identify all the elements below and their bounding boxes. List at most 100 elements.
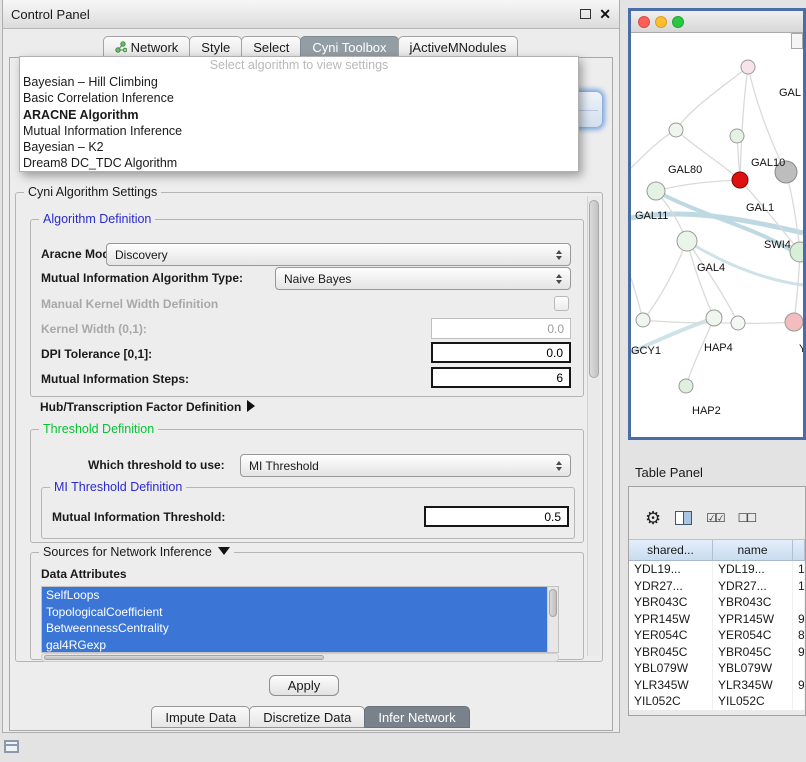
mi-steps-label: Mutual Information Steps: [41, 372, 189, 386]
column-header-extra[interactable] [793, 540, 805, 560]
attribute-item-selected[interactable]: SelfLoops [42, 587, 547, 604]
node-label-GAL1: GAL1 [746, 202, 774, 214]
node-label-GCY1: GCY1 [631, 345, 661, 357]
collapsed-arrow-icon [247, 400, 255, 412]
tab-discretize-data[interactable]: Discretize Data [249, 706, 365, 728]
attributes-hscroll-thumb[interactable] [44, 655, 324, 660]
control-panel-window: Control Panel ✕ Network Style [2, 0, 620, 733]
algorithm-option[interactable]: Basic Correlation Inference [20, 90, 578, 106]
network-node[interactable] [731, 316, 745, 330]
algorithm-option[interactable]: Bayesian – Hill Climbing [20, 74, 578, 90]
mi-type-label: Mutual Information Algorithm Type: [41, 271, 243, 285]
cell-shared-name: YBL079W [629, 660, 713, 677]
attributes-vertical-scrollbar[interactable] [547, 587, 558, 653]
tab-network[interactable]: Network [103, 36, 191, 58]
attribute-item-selected[interactable]: TopologicalCoefficient [42, 604, 547, 621]
attributes-horizontal-scrollbar[interactable] [41, 653, 559, 662]
mi-threshold-group: MI Threshold Definition Mutual Informati… [41, 487, 575, 539]
cell-shared-name: YBR043C [629, 594, 713, 611]
cell-shared-name: YER054C [629, 627, 713, 644]
network-canvas[interactable]: GAL GAL80 GAL10 GAL11 GAL1 SWI4 GAL4 GCY… [631, 33, 803, 437]
mi-type-select[interactable]: Naive Bayes [275, 267, 571, 290]
column-header-shared-name[interactable]: shared... [629, 540, 713, 560]
network-node-red[interactable] [732, 172, 748, 188]
mi-steps-input[interactable] [431, 367, 571, 388]
cell-extra [793, 660, 805, 677]
dpi-tolerance-input[interactable] [431, 342, 571, 363]
attributes-vscroll-thumb[interactable] [549, 589, 557, 617]
tab-infer-network[interactable]: Infer Network [364, 706, 469, 728]
network-node-pink[interactable] [785, 313, 803, 331]
cell-extra: 12 [793, 578, 805, 595]
hub-section-label: Hub/Transcription Factor Definition [40, 400, 241, 414]
tab-label: Impute Data [165, 710, 236, 725]
data-attributes-list[interactable]: SelfLoops TopologicalCoefficient Between… [41, 586, 559, 653]
manual-kernel-checkbox[interactable] [554, 296, 569, 311]
table-panel-toolbar: ⚙ ☑☑ ☐☐ [629, 503, 805, 533]
table-row[interactable]: YDL19... YDL19... 13 [629, 561, 805, 578]
table-row[interactable]: YDR27... YDR27... 12 [629, 578, 805, 595]
tab-style[interactable]: Style [189, 36, 242, 58]
table-row[interactable]: YLR345W YLR345W 9. [629, 677, 805, 694]
node-GCY1[interactable] [636, 313, 650, 327]
tab-label: Select [253, 40, 289, 55]
kernel-width-input[interactable] [431, 318, 571, 339]
table-row[interactable]: YPR145W YPR145W 9. [629, 611, 805, 628]
node-GAL4[interactable] [677, 231, 697, 251]
tab-jactivemnodules[interactable]: jActiveMNodules [398, 36, 519, 58]
aracne-mode-select[interactable]: Discovery [106, 243, 571, 266]
combo-stepper-icon [556, 461, 562, 471]
network-node-labels: GAL GAL80 GAL10 GAL11 GAL1 SWI4 GAL4 GCY… [631, 87, 803, 417]
node-HAP4[interactable] [706, 310, 722, 326]
attribute-item-selected[interactable]: BetweennessCentrality [42, 620, 547, 637]
sources-title: Sources for Network Inference [43, 545, 212, 559]
table-row[interactable]: YIL052C YIL052C [629, 693, 805, 710]
attribute-item-selected[interactable]: gal4RGexp [42, 637, 547, 654]
float-window-icon[interactable] [580, 9, 591, 19]
algorithm-option[interactable]: Mutual Information Inference [20, 123, 578, 139]
network-node[interactable] [741, 60, 755, 74]
table-row[interactable]: YBR045C YBR045C 9. [629, 644, 805, 661]
network-node[interactable] [730, 129, 744, 143]
tab-label: Cyni Toolbox [312, 40, 386, 55]
node-GAL11[interactable] [647, 182, 665, 200]
control-panel-titlebar[interactable]: Control Panel ✕ [3, 0, 619, 29]
cell-name: YLR345W [713, 677, 793, 694]
deselect-all-icon[interactable]: ☐☐ [738, 511, 756, 525]
table-row[interactable]: YBR043C YBR043C [629, 594, 805, 611]
table-row[interactable]: YBL079W YBL079W [629, 660, 805, 677]
cell-name: YDL19... [713, 561, 793, 578]
hub-section-toggle[interactable]: Hub/Transcription Factor Definition [40, 400, 255, 414]
cell-name: YBR043C [713, 594, 793, 611]
columns-icon[interactable] [675, 511, 692, 525]
which-threshold-select[interactable]: MI Threshold [240, 454, 571, 477]
network-window-titlebar[interactable] [631, 11, 803, 33]
cell-shared-name: YPR145W [629, 611, 713, 628]
algorithm-option[interactable]: Bayesian – K2 [20, 139, 578, 155]
select-all-icon[interactable]: ☑☑ [706, 511, 724, 525]
column-header-name[interactable]: name [713, 540, 793, 560]
tab-impute-data[interactable]: Impute Data [151, 706, 250, 728]
mac-zoom-icon[interactable] [672, 16, 684, 28]
mac-close-icon[interactable] [638, 16, 650, 28]
panel-dock-icon[interactable] [4, 740, 19, 753]
kernel-width-label: Kernel Width (0,1): [41, 322, 147, 336]
apply-button[interactable]: Apply [269, 675, 339, 696]
tab-select[interactable]: Select [241, 36, 301, 58]
node-HAP2[interactable] [679, 379, 693, 393]
close-icon[interactable]: ✕ [599, 7, 611, 21]
settings-scrollbar[interactable] [587, 196, 600, 656]
settings-scrollbar-thumb[interactable] [589, 200, 599, 378]
table-row[interactable]: YER054C YER054C 8. [629, 627, 805, 644]
cell-name: YER054C [713, 627, 793, 644]
node-SWI4[interactable] [790, 242, 803, 262]
mi-threshold-input[interactable] [424, 506, 569, 527]
mac-minimize-icon[interactable] [655, 16, 667, 28]
tab-cyni-toolbox[interactable]: Cyni Toolbox [300, 36, 398, 58]
combo-stepper-icon [556, 274, 562, 284]
algorithm-option-selected[interactable]: ARACNE Algorithm [20, 107, 578, 123]
node-GAL80[interactable] [669, 123, 683, 137]
gear-icon[interactable]: ⚙ [645, 509, 661, 527]
algorithm-option[interactable]: Dream8 DC_TDC Algorithm [20, 155, 578, 171]
sources-toggle[interactable]: Sources for Network Inference [39, 545, 234, 559]
